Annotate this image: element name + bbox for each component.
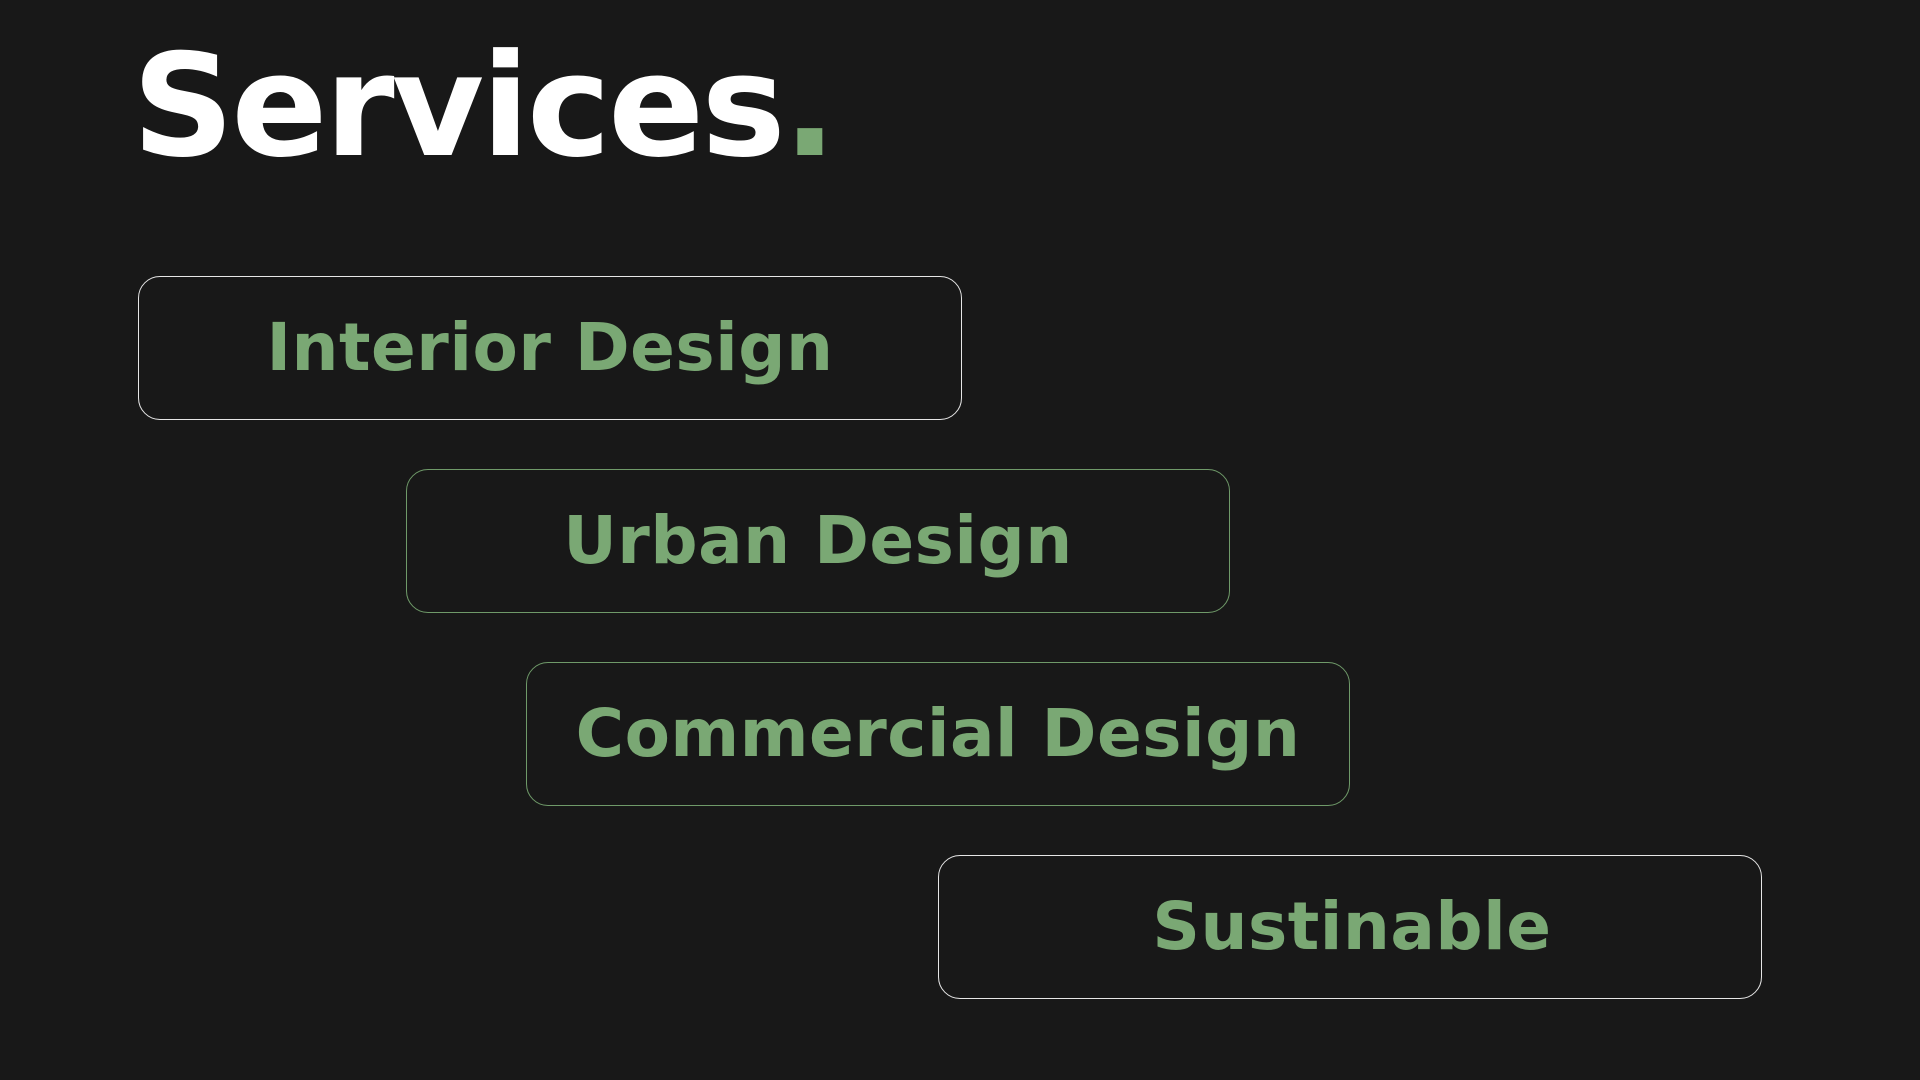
service-label-interior-design: Interior Design — [266, 309, 834, 386]
page-title-text: Services — [132, 24, 786, 189]
service-card-sustinable[interactable]: Sustinable — [938, 855, 1762, 999]
service-label-sustinable: Sustinable — [1152, 888, 1552, 965]
service-card-interior-design[interactable]: Interior Design — [138, 276, 962, 420]
page-title: Services. — [132, 36, 837, 178]
service-label-commercial-design: Commercial Design — [575, 695, 1301, 772]
services-page: Services. Interior Design Urban Design C… — [0, 0, 1920, 1080]
service-label-urban-design: Urban Design — [563, 502, 1073, 579]
service-card-urban-design[interactable]: Urban Design — [406, 469, 1230, 613]
service-card-commercial-design[interactable]: Commercial Design — [526, 662, 1350, 806]
page-title-accent-dot: . — [782, 24, 837, 189]
